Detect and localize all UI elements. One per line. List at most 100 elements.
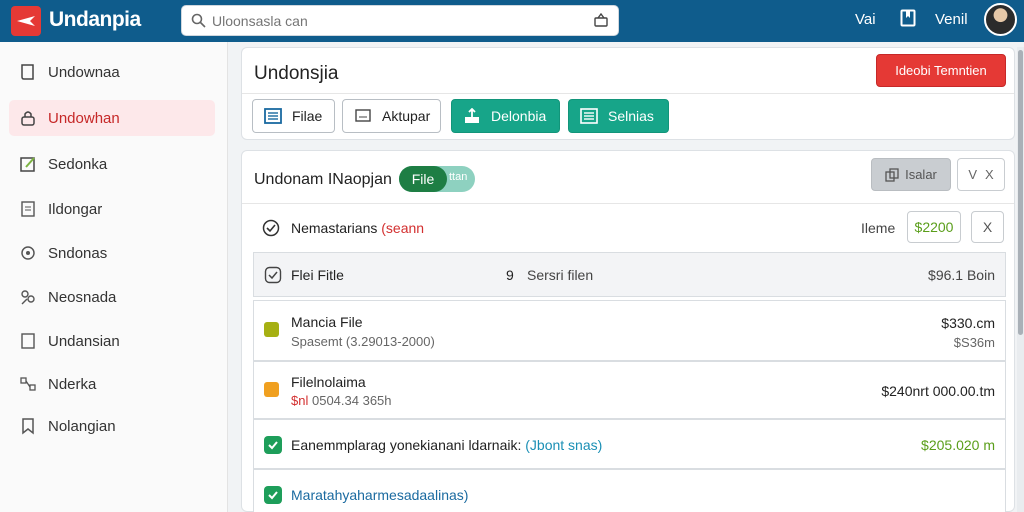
tab-label: Filae	[292, 108, 323, 124]
item-subtitle: $nl 0504.34 365h	[291, 393, 392, 408]
item-amount-secondary: $S36m	[953, 335, 995, 350]
settings-icon	[18, 243, 38, 263]
tab-label: Delonbia	[491, 108, 547, 124]
sidebar-item-label: Undansian	[48, 332, 120, 350]
divider	[242, 203, 1014, 204]
sidebar-item-neosnada[interactable]: Neosnada	[9, 279, 215, 315]
tab-aktupar[interactable]: Aktupar	[342, 99, 441, 133]
lock-icon	[18, 108, 38, 128]
check-circle-icon[interactable]	[264, 266, 282, 289]
sidebar-item-label: Nolangian	[48, 417, 116, 435]
line-amount: $205.020 m	[921, 437, 995, 453]
tab-filae[interactable]: Filae	[252, 99, 335, 133]
list-item[interactable]: Maratahyaharmesadaalinas)	[253, 469, 1006, 512]
list-icon	[579, 106, 599, 126]
column-header-total: $96.1 Boin	[928, 267, 995, 283]
check-circle-icon[interactable]	[262, 219, 280, 242]
badge-rest-text: ttan	[449, 171, 468, 183]
section-title: Undonam INaopjan	[254, 171, 392, 188]
line-text-main: Eanemmplarag yonekianani ldarnaik:	[291, 437, 522, 453]
tab-label: Selnias	[608, 108, 654, 124]
search-icon	[191, 13, 206, 33]
square-icon	[18, 331, 38, 351]
sidebar-item-undownaa[interactable]: Undownaa	[9, 54, 215, 90]
dropdown-close-button[interactable]: V X	[957, 158, 1005, 191]
divider	[242, 93, 1014, 94]
filter-text-red: (seann	[381, 220, 425, 236]
sidebar-item-ildongar[interactable]: Ildongar	[9, 191, 215, 227]
file-icon	[263, 106, 283, 126]
search-box[interactable]	[181, 5, 619, 36]
scrollbar-thumb[interactable]	[1018, 50, 1023, 335]
item-amount: $330.cm	[941, 315, 995, 331]
file-type-icon	[264, 322, 279, 337]
filter-text-main: Nemastarians	[291, 220, 378, 236]
file-type-icon	[264, 382, 279, 397]
status-badge[interactable]: File ttan	[399, 166, 475, 192]
sidebar-item-undowhan[interactable]: Undowhan	[9, 100, 215, 136]
sidebar-item-label: Nderka	[48, 375, 97, 393]
danger-button[interactable]: Ideobi Temntien	[876, 54, 1006, 87]
list-item[interactable]: Filelnolaima $nl 0504.34 365h $240nrt 00…	[253, 361, 1006, 419]
line-text: Eanemmplarag yonekianani ldarnaik: (Jbon…	[291, 437, 602, 453]
sidebar-item-label: Undowhan	[48, 109, 120, 127]
sidebar-item-label: Undownaa	[48, 63, 120, 81]
sidebar-item-nolangian[interactable]: Nolangian	[9, 408, 215, 444]
secondary-button[interactable]: Isalar	[871, 158, 951, 191]
line-text-highlight: (Jbont snas)	[525, 437, 603, 453]
copy-icon	[885, 167, 899, 182]
plane-icon	[17, 16, 35, 26]
filter-text: Nemastarians (seann	[291, 220, 424, 236]
top-bar: Undanpia Vai Venil	[0, 0, 1024, 42]
network-icon	[18, 374, 38, 394]
column-header-size[interactable]: Sersri filen	[527, 267, 593, 283]
tab-delonbia[interactable]: Delonbia	[451, 99, 560, 133]
sidebar-item-sndonas[interactable]: Sndonas	[9, 235, 215, 271]
avatar[interactable]	[984, 3, 1017, 36]
table-header: Flei Fitle 9 Sersri filen $96.1 Boin	[253, 252, 1006, 297]
filter-row: Nemastarians (seann Ileme $2200 X	[254, 211, 1004, 245]
top-link-venil[interactable]: Venil	[935, 11, 968, 28]
item-subtitle: Spasemt (3.29013-2000)	[291, 334, 435, 349]
sidebar-item-sedonka[interactable]: Sedonka	[9, 146, 215, 182]
tab-selnias[interactable]: Selnias	[568, 99, 669, 133]
amount-label: Ileme	[861, 220, 896, 236]
header-panel: Undonsjia Ideobi Temntien Filae Aktupar …	[241, 47, 1015, 140]
file-list: Flei Fitle 9 Sersri filen $96.1 Boin Man…	[253, 252, 1006, 512]
tab-label: Aktupar	[382, 108, 431, 124]
document-icon	[18, 199, 38, 219]
sidebar: Undownaa Undowhan Sedonka Ildongar Sndon…	[0, 42, 228, 512]
top-link-vai[interactable]: Vai	[855, 11, 876, 28]
sidebar-item-nderka[interactable]: Nderka	[9, 366, 215, 402]
file-badge: File	[399, 166, 447, 192]
bookmark-icon	[18, 416, 38, 436]
column-header-number: 9	[506, 267, 514, 283]
column-header-name[interactable]: Flei Fitle	[291, 267, 344, 283]
bookmark-icon[interactable]	[900, 9, 916, 32]
list-item[interactable]: Mancia File Spasemt (3.29013-2000) $330.…	[253, 300, 1006, 361]
item-amount: $240nrt 000.00.tm	[881, 383, 995, 399]
sidebar-item-label: Sedonka	[48, 155, 108, 173]
book-icon	[18, 62, 38, 82]
x-label: X	[985, 167, 994, 182]
camera-icon[interactable]	[593, 12, 609, 33]
clear-button[interactable]: X	[971, 211, 1004, 243]
list-item[interactable]: Eanemmplarag yonekianani ldarnaik: (Jbon…	[253, 419, 1006, 469]
image-icon	[353, 106, 373, 126]
users-icon	[18, 287, 38, 307]
checkbox-checked-icon[interactable]	[264, 436, 282, 454]
page-title: Undonsjia	[254, 63, 339, 84]
app-logo[interactable]	[11, 6, 41, 36]
sidebar-item-undansian[interactable]: Undansian	[9, 323, 215, 359]
v-label: V	[968, 167, 977, 182]
checkbox-checked-icon[interactable]	[264, 486, 282, 504]
upload-icon	[462, 106, 482, 126]
item-subtitle-red: $nl	[291, 393, 309, 408]
content-panel: Undonam INaopjan File ttan Isalar V X Ne…	[241, 150, 1015, 512]
search-input[interactable]	[212, 10, 582, 32]
app-title: Undanpia	[49, 8, 141, 31]
amount-field[interactable]: $2200	[907, 211, 961, 243]
line-text: Maratahyaharmesadaalinas)	[291, 487, 469, 503]
edit-icon	[18, 154, 38, 174]
sidebar-item-label: Sndonas	[48, 244, 108, 262]
